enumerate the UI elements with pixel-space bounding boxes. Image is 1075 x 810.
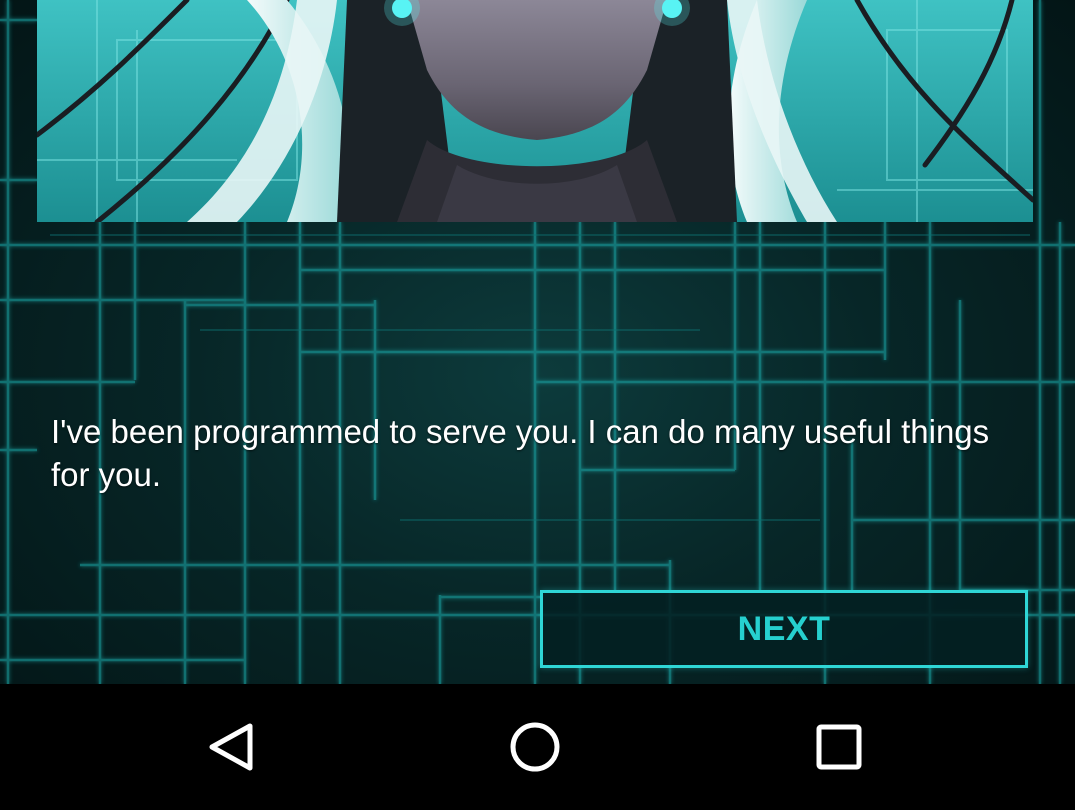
back-triangle-icon [209,723,253,771]
app-content: I've been programmed to serve you. I can… [0,0,1075,684]
back-button[interactable] [188,702,278,792]
home-button[interactable] [490,702,580,792]
screen: I've been programmed to serve you. I can… [0,0,1075,810]
navigation-bar [0,684,1075,810]
robot-illustration [37,0,1033,222]
next-button[interactable]: NEXT [540,590,1028,668]
recents-square-icon [816,724,862,770]
recents-button[interactable] [794,702,884,792]
dialog-message: I've been programmed to serve you. I can… [51,413,990,493]
home-circle-icon [510,722,560,772]
